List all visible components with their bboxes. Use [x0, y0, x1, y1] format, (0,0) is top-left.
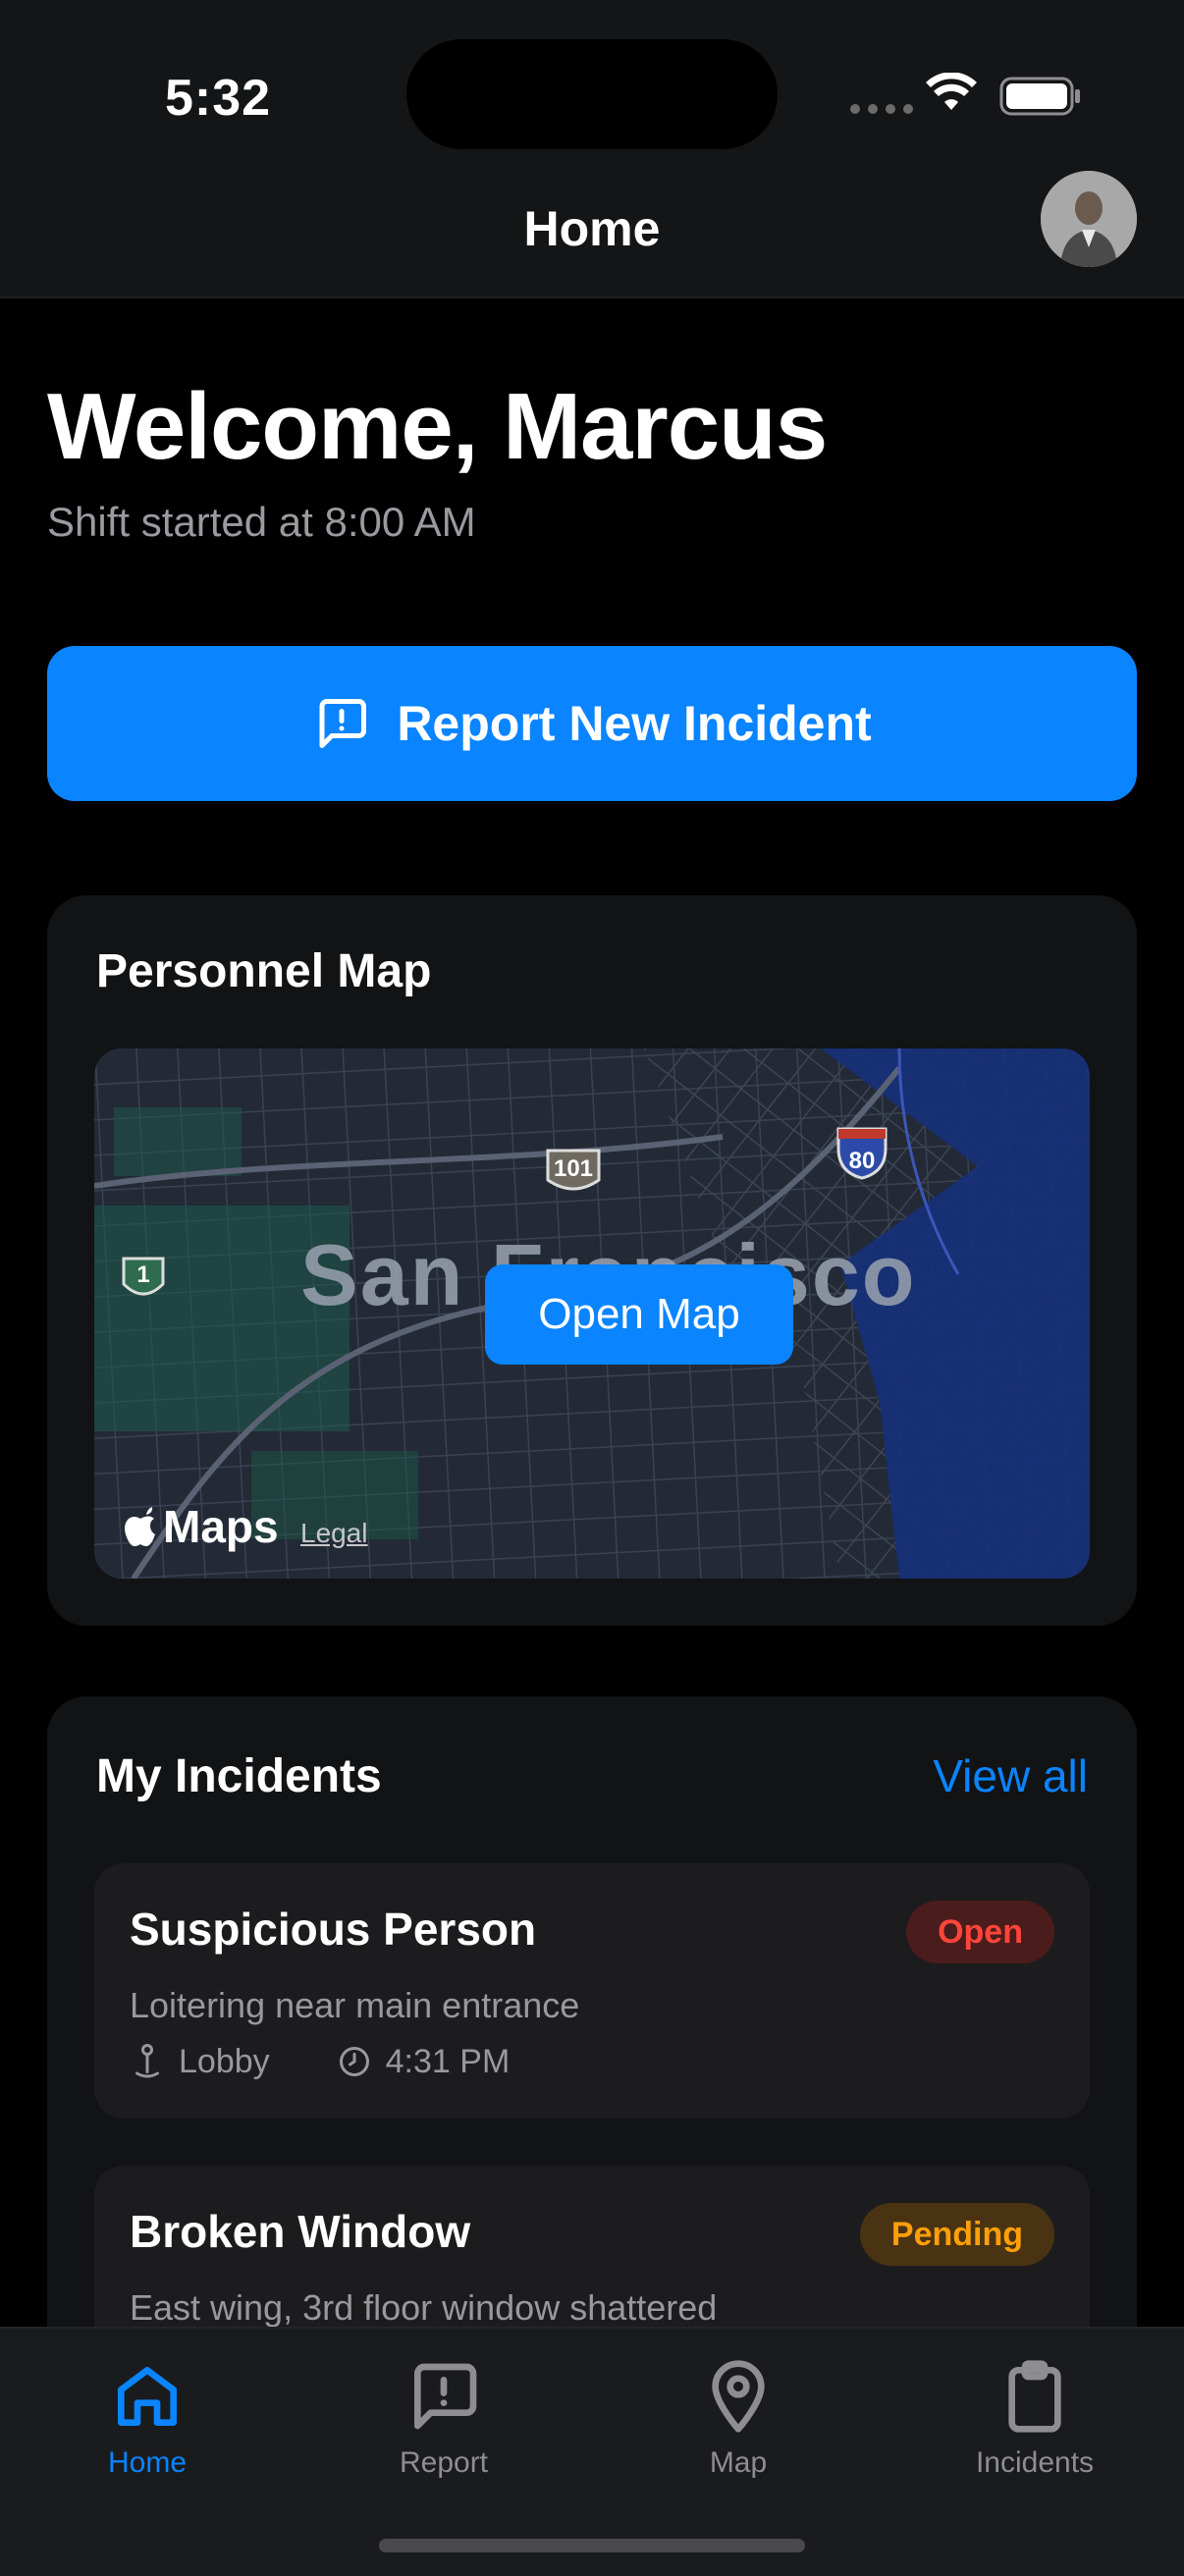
- status-badge: Open: [906, 1901, 1054, 1963]
- status-time: 5:32: [165, 70, 272, 127]
- location-pin-icon: [135, 2044, 159, 2078]
- route-1-shield: 1: [122, 1257, 165, 1296]
- interstate-80-shield: 80: [836, 1127, 888, 1180]
- legal-link[interactable]: Legal: [300, 1518, 368, 1549]
- wifi-icon: [926, 73, 977, 110]
- clipboard-icon: [1008, 2360, 1061, 2433]
- map-view[interactable]: 101 80 1 San Francisco Open Map Maps Leg…: [94, 1048, 1090, 1579]
- route-101-shield: 101: [546, 1149, 601, 1191]
- incident-meta: Lobby 4:31 PM: [130, 2042, 510, 2081]
- message-alert-icon: [319, 699, 367, 748]
- tab-report[interactable]: Report: [296, 2352, 591, 2480]
- profile-avatar[interactable]: [1041, 171, 1137, 267]
- battery-icon: [999, 77, 1080, 116]
- tab-label: Report: [399, 2446, 489, 2479]
- tab-incidents[interactable]: Incidents: [888, 2352, 1182, 2480]
- incident-description: East wing, 3rd floor window shattered: [130, 2287, 718, 2328]
- incident-location: Lobby: [179, 2042, 270, 2080]
- svg-text:1: 1: [136, 1261, 149, 1288]
- svg-text:101: 101: [554, 1155, 593, 1182]
- tab-map[interactable]: Map: [591, 2352, 886, 2480]
- tab-label: Home: [107, 2446, 188, 2479]
- incident-row[interactable]: Suspicious Person Open Loitering near ma…: [94, 1863, 1090, 2119]
- tab-label: Map: [709, 2446, 768, 2479]
- maps-brand-text: Maps: [163, 1501, 279, 1552]
- my-incidents-title: My Incidents: [96, 1750, 382, 1802]
- page-title: Home: [523, 201, 661, 256]
- avatar-photo: [1041, 171, 1137, 267]
- tab-label: Incidents: [975, 2446, 1095, 2479]
- personnel-map-title: Personnel Map: [96, 945, 432, 997]
- apple-icon: [125, 1507, 155, 1546]
- clock-icon: [339, 2047, 369, 2076]
- message-alert-icon: [414, 2363, 477, 2430]
- report-button-label: Report New Incident: [397, 696, 872, 751]
- status-badge: Pending: [859, 2203, 1054, 2266]
- incident-description: Loitering near main entrance: [130, 1985, 580, 2025]
- incident-title: Suspicious Person: [130, 1904, 537, 1955]
- cellular-signal-icon: [850, 104, 913, 114]
- map-pin-icon: [712, 2360, 765, 2433]
- incident-title: Broken Window: [130, 2206, 471, 2257]
- view-all-link[interactable]: View all: [933, 1749, 1088, 1802]
- dynamic-island: [406, 39, 778, 149]
- report-new-incident-button[interactable]: Report New Incident: [47, 646, 1137, 801]
- home-icon: [118, 2367, 178, 2426]
- open-map-button[interactable]: Open Map: [485, 1264, 793, 1365]
- personnel-map-card: Personnel Map 101 80 1 San Open Map Maps…: [47, 895, 1137, 1626]
- svg-text:80: 80: [849, 1148, 876, 1174]
- shift-start-text: Shift started at 8:00 AM: [47, 499, 476, 545]
- welcome-heading: Welcome, Marcus: [47, 374, 828, 479]
- tab-home[interactable]: Home: [0, 2352, 295, 2480]
- apple-maps-logo: Maps: [124, 1500, 279, 1553]
- incident-time: 4:31 PM: [385, 2042, 511, 2080]
- home-indicator: [379, 2539, 805, 2552]
